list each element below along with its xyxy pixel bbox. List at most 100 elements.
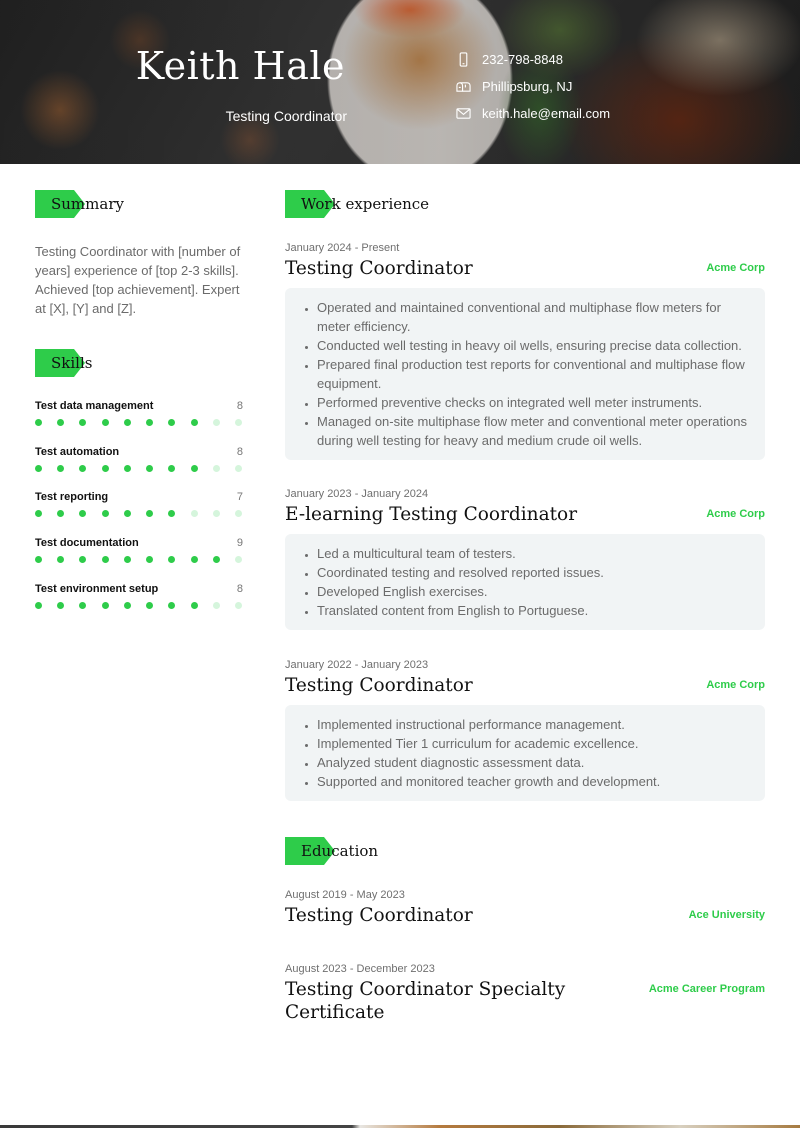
work-date: January 2024 - Present bbox=[285, 242, 400, 254]
skill-name: Test automation bbox=[35, 445, 120, 458]
rating-dot-empty bbox=[234, 419, 242, 426]
work-details: Implemented instructional performance ma… bbox=[285, 705, 765, 801]
rating-dot-filled bbox=[35, 419, 42, 426]
rating-dot-filled bbox=[168, 510, 176, 518]
work-org: Acme Corp bbox=[706, 679, 765, 691]
work-title: E-learning Testing Coordinator bbox=[285, 504, 578, 525]
rating-dot-filled bbox=[190, 601, 198, 609]
work-details: Operated and maintained conventional and… bbox=[285, 288, 765, 460]
work-title: Testing Coordinator bbox=[285, 258, 473, 279]
rating-dot-filled bbox=[79, 601, 87, 609]
contact-location: Phillipsburg, NJ bbox=[455, 73, 610, 100]
skill-rating bbox=[35, 510, 243, 518]
work-bullet: Coordinated testing and resolved reporte… bbox=[317, 563, 749, 582]
rating-dot-filled bbox=[79, 419, 87, 426]
work-entry: January 2024 - Present Testing Coordinat… bbox=[285, 242, 765, 460]
skill-name: Test documentation bbox=[35, 537, 139, 550]
skill-name: Test data management bbox=[35, 400, 154, 412]
rating-dot-empty bbox=[234, 556, 242, 564]
rating-dot-filled bbox=[79, 464, 87, 472]
education-heading-label: Education bbox=[301, 842, 379, 860]
rating-dot-filled bbox=[168, 419, 176, 426]
work-bullet: Managed on-site multiphase flow meter an… bbox=[317, 412, 749, 450]
rating-dot-filled bbox=[57, 464, 65, 472]
contact-phone: 232-798-8848 bbox=[455, 46, 610, 73]
education-date: August 2019 - May 2023 bbox=[285, 889, 405, 901]
rating-dot-filled bbox=[57, 419, 65, 426]
skill-rating bbox=[35, 464, 243, 472]
rating-dot-filled bbox=[123, 510, 131, 518]
education-entry: August 2023 - December 2023 Testing Coor… bbox=[285, 963, 765, 1024]
rating-dot-empty bbox=[212, 510, 220, 518]
skill-rating bbox=[35, 419, 243, 426]
rating-dot-filled bbox=[146, 601, 154, 609]
rating-dot-filled bbox=[212, 556, 220, 564]
work-bullet: Prepared final production test reports f… bbox=[317, 355, 749, 393]
rating-dot-filled bbox=[146, 556, 154, 564]
rating-dot-filled bbox=[123, 601, 131, 609]
work-bullet: Implemented Tier 1 curriculum for academ… bbox=[317, 734, 749, 753]
rating-dot-filled bbox=[168, 464, 176, 472]
work-bullet: Supported and monitored teacher growth a… bbox=[317, 772, 749, 791]
email-text[interactable]: keith.hale@email.com bbox=[482, 106, 610, 121]
work-entry: January 2023 - January 2024 E-learning T… bbox=[285, 488, 765, 630]
rating-dot-empty bbox=[212, 601, 220, 609]
rating-dot-filled bbox=[123, 556, 131, 564]
rating-dot-filled bbox=[101, 464, 109, 472]
skill-item: Test documentation 9 bbox=[35, 537, 243, 583]
skill-item: Test data management 8 bbox=[35, 400, 243, 446]
education-title: Testing Coordinator bbox=[285, 905, 473, 926]
rating-dot-filled bbox=[168, 601, 176, 609]
work-org: Acme Corp bbox=[706, 508, 765, 520]
contact-list: 232-798-8848 Phillipsburg, NJ keith.hale… bbox=[455, 46, 610, 127]
rating-dot-filled bbox=[146, 464, 154, 472]
rating-dot-filled bbox=[35, 510, 42, 518]
candidate-name: Keith Hale bbox=[135, 44, 345, 88]
work-org: Acme Corp bbox=[706, 262, 765, 274]
rating-dot-filled bbox=[101, 510, 109, 518]
skill-name: Test environment setup bbox=[35, 582, 159, 595]
skill-item: Test environment setup 8 bbox=[35, 583, 243, 629]
rating-dot-filled bbox=[146, 419, 154, 426]
skill-value: 8 bbox=[236, 400, 243, 412]
rating-dot-filled bbox=[57, 556, 65, 564]
skill-value: 7 bbox=[236, 491, 243, 504]
rating-dot-filled bbox=[79, 510, 87, 518]
candidate-role: Testing Coordinator bbox=[225, 108, 347, 124]
skill-item: Test automation 8 bbox=[35, 446, 243, 492]
education-title: Testing Coordinator Specialty Certificat… bbox=[285, 979, 566, 1023]
work-bullet: Translated content from English to Portu… bbox=[317, 601, 749, 620]
rating-dot-filled bbox=[190, 464, 198, 472]
skill-rating bbox=[35, 556, 243, 564]
work-bullet: Conducted well testing in heavy oil well… bbox=[317, 336, 749, 355]
work-title: Testing Coordinator bbox=[285, 675, 473, 696]
rating-dot-filled bbox=[146, 510, 154, 518]
contact-email: keith.hale@email.com bbox=[455, 100, 610, 127]
mailbox-icon bbox=[455, 79, 471, 95]
rating-dot-empty bbox=[190, 510, 198, 518]
envelope-icon bbox=[455, 106, 471, 122]
rating-dot-filled bbox=[35, 601, 42, 609]
phone-text: 232-798-8848 bbox=[482, 52, 563, 67]
rating-dot-filled bbox=[190, 419, 198, 426]
skills-list: Test data management 8 Test automation 8 T… bbox=[35, 400, 243, 628]
work-entry: January 2022 - January 2023 Testing Coor… bbox=[285, 659, 765, 801]
work-heading-label: Work experience bbox=[301, 195, 430, 213]
phone-icon bbox=[455, 52, 471, 68]
rating-dot-filled bbox=[101, 601, 109, 609]
rating-dot-filled bbox=[190, 556, 198, 564]
rating-dot-empty bbox=[234, 464, 242, 472]
skill-value: 8 bbox=[236, 445, 243, 458]
rating-dot-filled bbox=[57, 510, 65, 518]
location-text: Phillipsburg, NJ bbox=[482, 79, 573, 94]
work-bullet: Implemented instructional performance ma… bbox=[317, 715, 749, 734]
rating-dot-filled bbox=[35, 556, 42, 564]
rating-dot-filled bbox=[57, 601, 65, 609]
header-banner: Keith Hale Testing Coordinator 232-798-8… bbox=[0, 0, 800, 164]
rating-dot-empty bbox=[234, 510, 242, 518]
summary-heading-label: Summary bbox=[51, 195, 124, 213]
skill-value: 8 bbox=[236, 582, 243, 595]
rating-dot-filled bbox=[35, 464, 42, 472]
rating-dot-filled bbox=[101, 419, 109, 426]
work-date: January 2023 - January 2024 bbox=[285, 488, 429, 500]
